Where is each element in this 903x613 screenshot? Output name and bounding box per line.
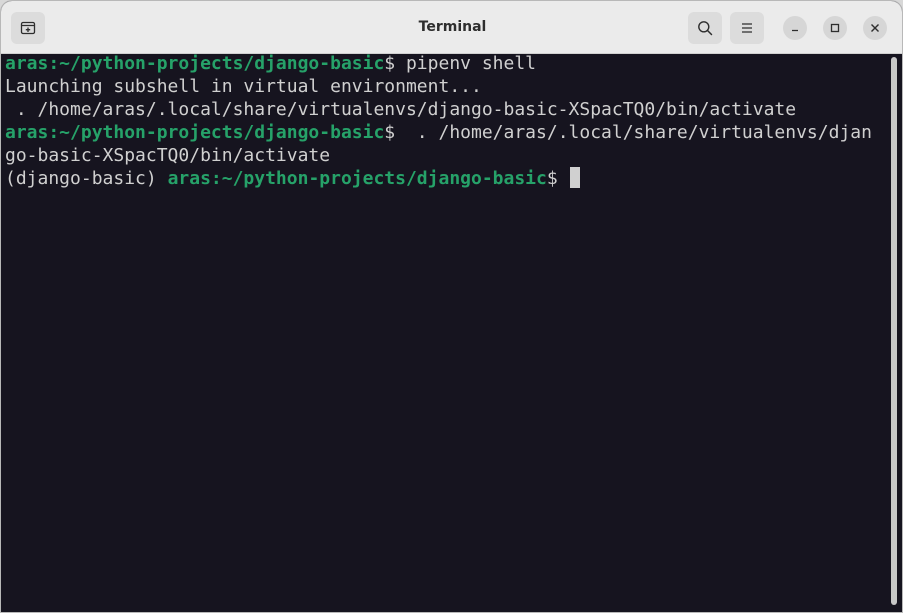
prompt-suffix: $: [546, 168, 569, 189]
terminal-current-line[interactable]: (django-basic) aras:~/python-projects/dj…: [5, 167, 887, 190]
scrollbar-thumb[interactable]: [891, 57, 897, 605]
new-tab-icon: [20, 21, 36, 35]
maximize-icon: [830, 23, 840, 33]
window-title: Terminal: [418, 19, 487, 35]
terminal-line: aras:~/python-projects/django-basic$ pip…: [5, 54, 887, 75]
shell-prompt: aras:~/python-projects/django-basic: [5, 122, 385, 143]
terminal-line: . /home/aras/.local/share/virtualenvs/dj…: [5, 98, 887, 121]
output-text: . /home/aras/.local/share/virtualenvs/dj…: [5, 99, 797, 120]
command-text: go-basic-XSpacTQ0/bin/activate: [5, 145, 331, 166]
terminal-line: Launching subshell in virtual environmen…: [5, 75, 887, 98]
terminal-line: go-basic-XSpacTQ0/bin/activate: [5, 144, 887, 167]
terminal-line: aras:~/python-projects/django-basic$ . /…: [5, 121, 887, 144]
minimize-icon: [792, 29, 798, 32]
virtualenv-indicator: (django-basic): [5, 168, 168, 189]
shell-prompt: aras:~/python-projects/django-basic: [167, 168, 547, 189]
new-tab-button[interactable]: [11, 12, 45, 44]
menu-button[interactable]: [730, 12, 764, 44]
output-text: Launching subshell in virtual environmen…: [5, 76, 482, 97]
command-text: $ . /home/aras/.local/share/virtualenvs/…: [384, 122, 872, 143]
close-icon: [871, 24, 879, 32]
shell-prompt: aras:~/python-projects/django-basic: [5, 54, 385, 74]
hamburger-menu-icon: [742, 23, 752, 33]
search-button[interactable]: [688, 12, 722, 44]
command-text: $ pipenv shell: [384, 54, 537, 74]
maximize-button[interactable]: [823, 16, 847, 40]
terminal-output[interactable]: aras:~/python-projects/django-basic$ pip…: [1, 54, 887, 610]
close-button[interactable]: [863, 16, 887, 40]
minimize-button[interactable]: [783, 16, 807, 40]
scrollbar[interactable]: [887, 54, 902, 610]
search-icon: [698, 21, 713, 36]
terminal-window: Terminal aras:~/python-projects/django-b…: [0, 0, 903, 613]
titlebar[interactable]: Terminal: [1, 1, 902, 54]
text-cursor: [569, 167, 580, 188]
